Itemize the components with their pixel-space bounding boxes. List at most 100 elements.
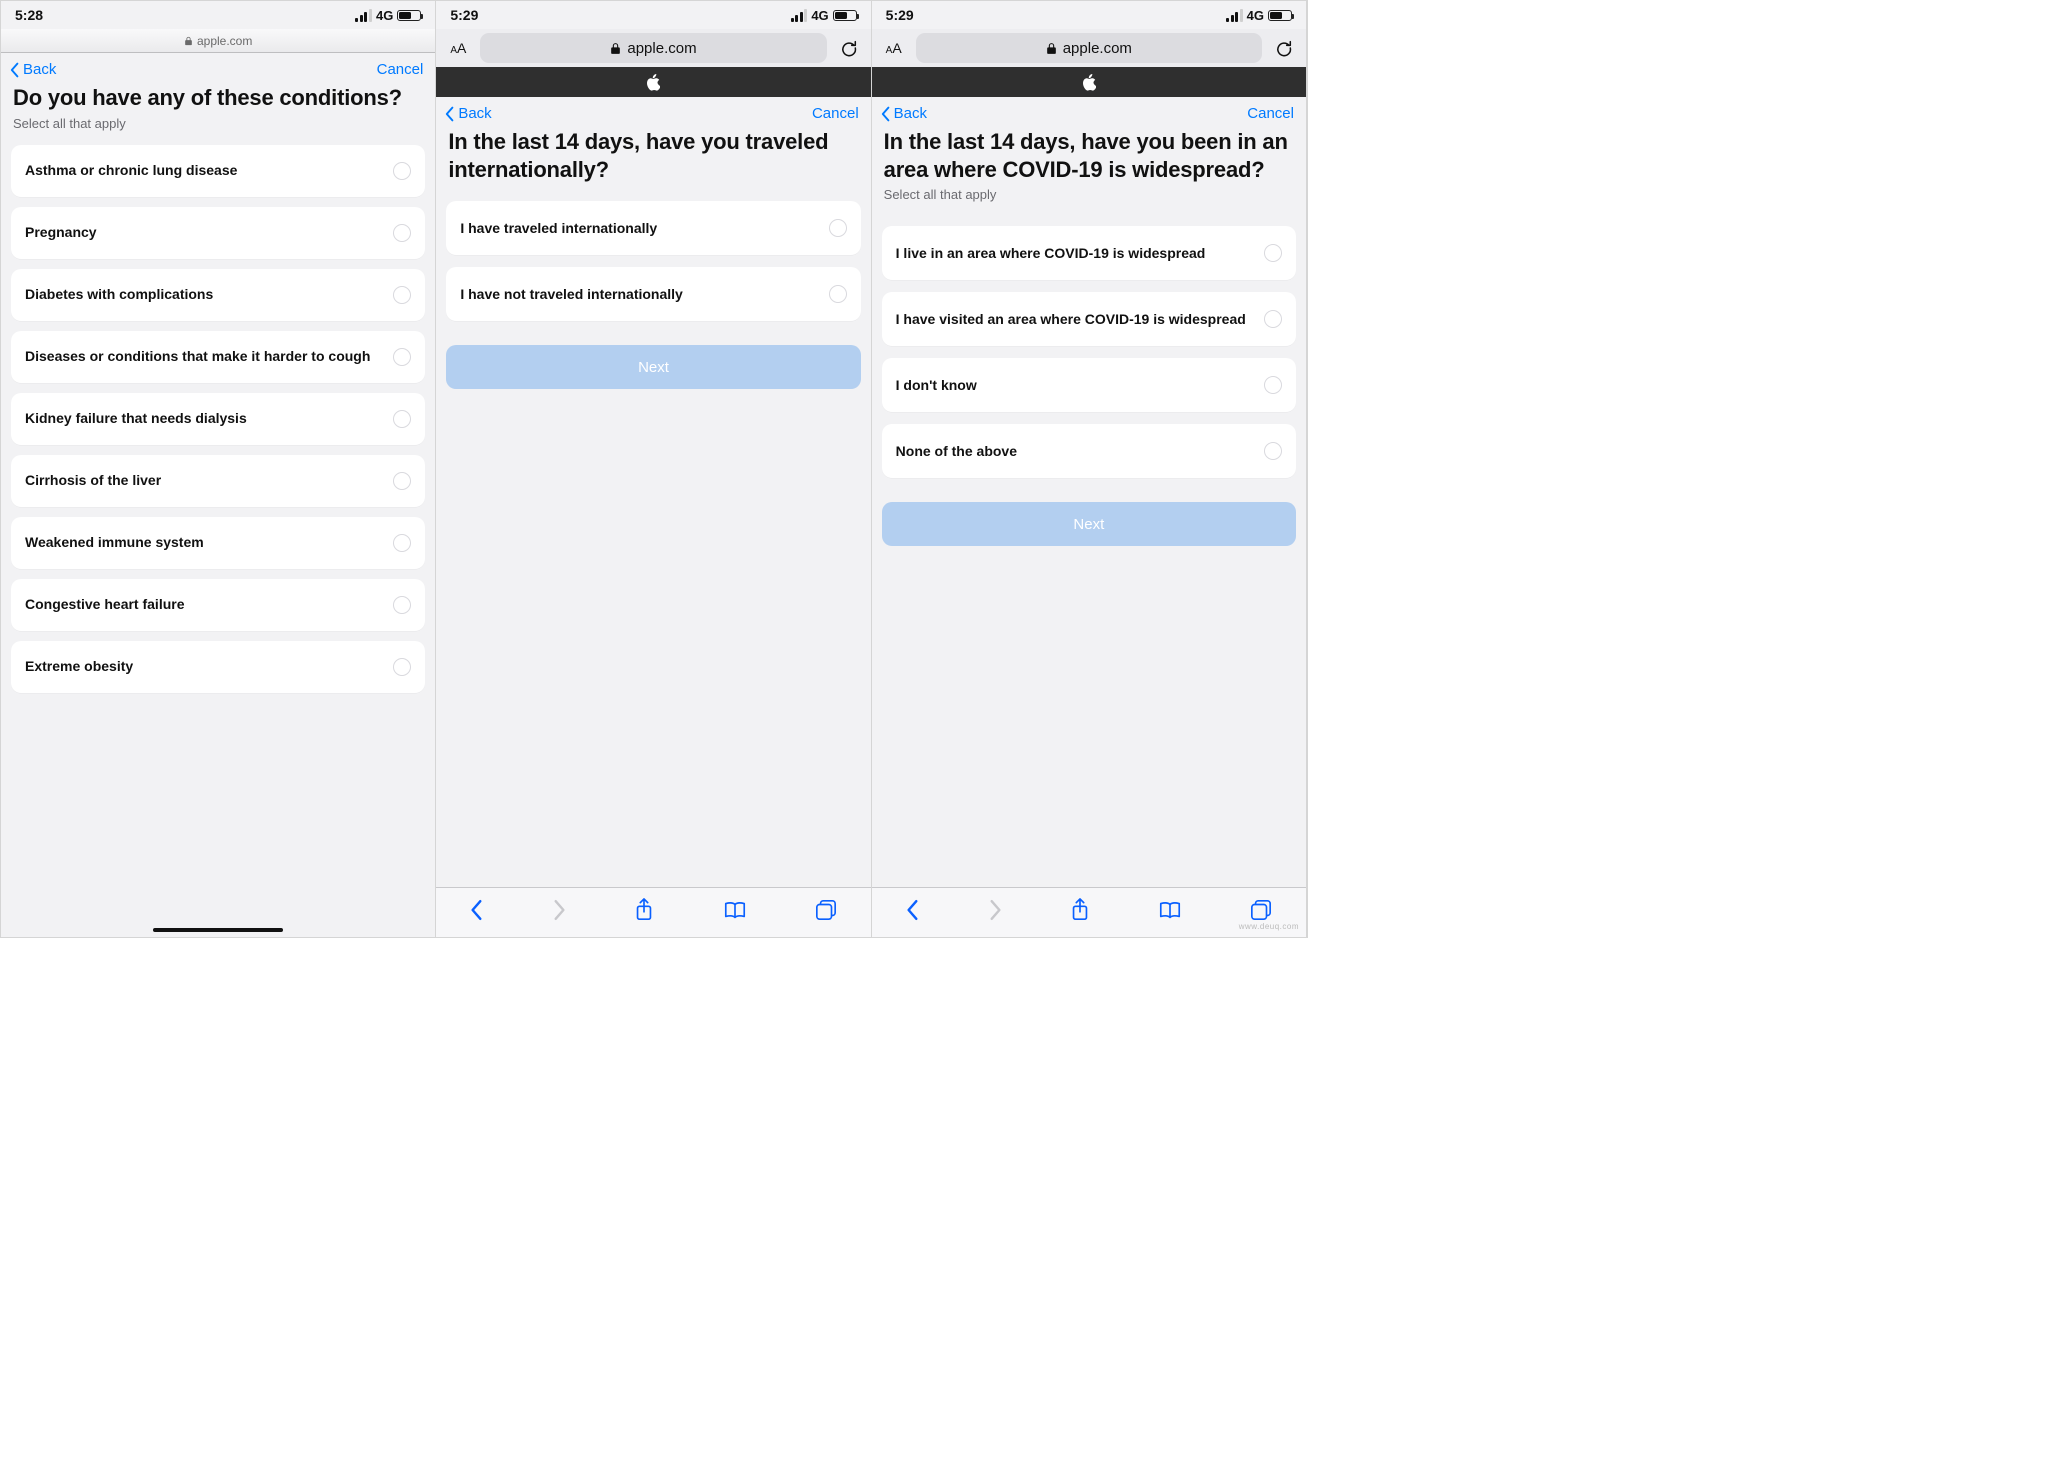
apple-logo-icon [1082, 74, 1096, 91]
option-item[interactable]: I live in an area where COVID-19 is wide… [882, 226, 1296, 280]
option-label: I live in an area where COVID-19 is wide… [896, 245, 1206, 262]
question-heading: Do you have any of these conditions? [1, 82, 435, 112]
brand-header [872, 67, 1306, 97]
chevron-left-icon [9, 62, 21, 78]
network-label: 4G [811, 8, 828, 23]
option-item[interactable]: Asthma or chronic lung disease [11, 145, 425, 197]
apple-logo-icon [646, 74, 660, 91]
question-heading: In the last 14 days, have you traveled i… [436, 126, 870, 183]
cancel-button[interactable]: Cancel [1247, 105, 1294, 122]
radio-unchecked-icon [1264, 310, 1282, 328]
option-list: I live in an area where COVID-19 is wide… [872, 222, 1306, 478]
cellular-signal-icon [355, 9, 372, 22]
cancel-button[interactable]: Cancel [812, 105, 859, 122]
toolbar-share-button[interactable] [634, 898, 654, 927]
option-label: Congestive heart failure [25, 596, 185, 613]
option-item[interactable]: Weakened immune system [11, 517, 425, 569]
status-bar: 5:29 4G [872, 1, 1306, 29]
phone-screen-1: 5:28 4G apple.com Back Cancel Do you hav… [1, 1, 436, 937]
toolbar-bookmarks-button[interactable] [723, 900, 747, 925]
chevron-left-icon [906, 899, 920, 921]
back-button[interactable]: Back [880, 105, 927, 122]
cancel-button[interactable]: Cancel [377, 61, 424, 78]
radio-unchecked-icon [393, 534, 411, 552]
battery-icon [397, 10, 421, 21]
book-icon [723, 900, 747, 920]
status-time: 5:29 [886, 7, 914, 23]
option-list: Asthma or chronic lung disease Pregnancy… [1, 141, 435, 693]
chevron-right-icon [552, 899, 566, 921]
back-button[interactable]: Back [9, 61, 56, 78]
toolbar-share-button[interactable] [1070, 898, 1090, 927]
radio-unchecked-icon [393, 348, 411, 366]
tabs-icon [1250, 899, 1272, 921]
battery-icon [1268, 10, 1292, 21]
cellular-signal-icon [1226, 9, 1243, 22]
home-indicator[interactable] [153, 928, 283, 933]
next-button[interactable]: Next [446, 345, 860, 389]
lock-icon [184, 36, 193, 46]
option-label: I have visited an area where COVID-19 is… [896, 311, 1246, 328]
radio-unchecked-icon [393, 472, 411, 490]
text-size-button[interactable]: AA [878, 40, 910, 56]
radio-unchecked-icon [829, 219, 847, 237]
lock-icon [610, 42, 621, 55]
reload-icon [1275, 39, 1293, 57]
address-bar[interactable]: apple.com [1, 29, 435, 53]
status-bar: 5:28 4G [1, 1, 435, 29]
option-label: I have traveled internationally [460, 220, 657, 237]
next-label: Next [1073, 516, 1104, 533]
battery-icon [833, 10, 857, 21]
question-heading: In the last 14 days, have you been in an… [872, 126, 1306, 183]
radio-unchecked-icon [829, 285, 847, 303]
reload-button[interactable] [833, 39, 865, 57]
chevron-left-icon [444, 106, 456, 122]
radio-unchecked-icon [1264, 376, 1282, 394]
cellular-signal-icon [791, 9, 808, 22]
back-button[interactable]: Back [444, 105, 491, 122]
status-time: 5:29 [450, 7, 478, 23]
toolbar-tabs-button[interactable] [815, 899, 837, 926]
status-time: 5:28 [15, 7, 43, 23]
question-subtext: Select all that apply [872, 183, 1306, 212]
option-item[interactable]: Cirrhosis of the liver [11, 455, 425, 507]
option-item[interactable]: Kidney failure that needs dialysis [11, 393, 425, 445]
option-label: None of the above [896, 443, 1017, 460]
option-item[interactable]: Extreme obesity [11, 641, 425, 693]
next-label: Next [638, 359, 669, 376]
toolbar-back-button[interactable] [470, 899, 484, 926]
option-item[interactable]: Congestive heart failure [11, 579, 425, 631]
option-label: Kidney failure that needs dialysis [25, 410, 247, 427]
brand-header [436, 67, 870, 97]
next-button[interactable]: Next [882, 502, 1296, 546]
option-item[interactable]: None of the above [882, 424, 1296, 478]
back-label: Back [894, 105, 927, 122]
radio-unchecked-icon [393, 224, 411, 242]
text-size-button[interactable]: AA [442, 40, 474, 56]
option-item[interactable]: I don't know [882, 358, 1296, 412]
option-item[interactable]: I have not traveled internationally [446, 267, 860, 321]
toolbar-bookmarks-button[interactable] [1158, 900, 1182, 925]
reload-icon [840, 39, 858, 57]
watermark: www.deuq.com [1239, 922, 1299, 931]
option-item[interactable]: Pregnancy [11, 207, 425, 259]
option-item[interactable]: Diabetes with complications [11, 269, 425, 321]
url-field[interactable]: apple.com [480, 33, 826, 63]
option-label: Diseases or conditions that make it hard… [25, 348, 370, 365]
option-item[interactable]: Diseases or conditions that make it hard… [11, 331, 425, 383]
option-item[interactable]: I have visited an area where COVID-19 is… [882, 292, 1296, 346]
option-label: Weakened immune system [25, 534, 204, 551]
option-list: I have traveled internationally I have n… [436, 197, 870, 321]
lock-icon [1046, 42, 1057, 55]
screenshot-collage: 5:28 4G apple.com Back Cancel Do you hav… [0, 0, 1308, 938]
option-item[interactable]: I have traveled internationally [446, 201, 860, 255]
phone-screen-3: 5:29 4G AA apple.com Back [872, 1, 1307, 937]
radio-unchecked-icon [393, 596, 411, 614]
tabs-icon [815, 899, 837, 921]
option-label: Pregnancy [25, 224, 97, 241]
toolbar-back-button[interactable] [906, 899, 920, 926]
radio-unchecked-icon [393, 286, 411, 304]
reload-button[interactable] [1268, 39, 1300, 57]
phone-screen-2: 5:29 4G AA apple.com Back [436, 1, 871, 937]
url-field[interactable]: apple.com [916, 33, 1262, 63]
